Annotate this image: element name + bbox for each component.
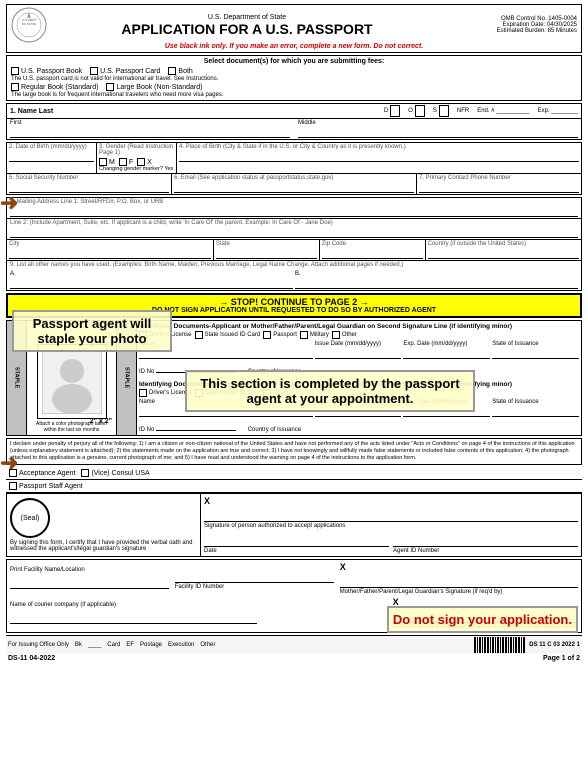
ef-label: EF (126, 642, 134, 648)
sig-by-signing: By signing this form, I certify that I h… (10, 540, 197, 552)
large-book-note: The large book is for frequent internati… (11, 92, 577, 98)
this-section-overlay: This section is completed by the passpor… (185, 370, 475, 412)
arrow-2: ➜ (0, 450, 18, 476)
sig-label: Signature of person authorized to accept… (204, 523, 578, 529)
fees-section: Select document(s) for which you are sub… (6, 55, 582, 101)
form-number: DS-11 04-2022 (8, 655, 55, 662)
other-label: Other (200, 642, 215, 648)
header-note: Use black ink only. If you make an error… (165, 43, 423, 50)
passport-staff-checkbox[interactable]: Passport Staff Agent (9, 482, 83, 490)
bottom-row: For Issuing Office Only Bk ____ Card EF … (6, 635, 582, 654)
acceptance-agent-checkbox[interactable]: Acceptance Agent (9, 469, 75, 477)
photo-box (37, 344, 107, 419)
state-id-check[interactable]: State Issued ID Card (195, 331, 261, 339)
signature-section: (Seal) By signing this form, I certify t… (6, 493, 582, 557)
agent-id-label: Agent ID Number (393, 548, 578, 554)
x-mark-guardian: X (340, 562, 346, 572)
header-department: U.S. Department of State (47, 14, 447, 21)
arrow-1: ➜ (0, 190, 18, 216)
id-no-row2: ID No Country of Issuance (139, 419, 579, 433)
other-names-label: 9. List all other names you have used. (… (10, 262, 578, 268)
form-bottom: DS-11 04-2022 Page 1 of 2 (6, 654, 582, 663)
gender-note: Changing gender marker? Yes (99, 166, 174, 172)
header-title: APPLICATION FOR A U.S. PASSPORT (47, 21, 447, 37)
ds-number: DS 11 C 03 2022 1 (529, 642, 580, 648)
date-label: Date (204, 548, 389, 554)
nfr-label: NFR (457, 108, 469, 114)
dob-label: 2. Date of Birth (mm/dd/yyyy) (9, 144, 94, 150)
name-b-label: B. (295, 271, 301, 277)
svg-text:OF STATE: OF STATE (22, 22, 36, 26)
do-not-sign-overlay: Do not sign your application. (387, 606, 578, 633)
passport-book-checkbox[interactable]: U.S. Passport Book (11, 67, 82, 75)
dob-gender-pob-section: 2. Date of Birth (mm/dd/yyyy) 3. Gender … (6, 142, 582, 195)
barcode (474, 637, 525, 653)
card-label: Card (107, 642, 120, 648)
stop-title: → STOP! CONTINUE TO PAGE 2 → (12, 297, 576, 307)
passport-staff-row: Passport Staff Agent (6, 480, 582, 493)
declaration: I declare under penalty of perjury all o… (6, 438, 582, 465)
gender-f-checkbox[interactable]: F (119, 158, 133, 166)
header-omb: OMB Control No. 1405-0004 Expiration Dat… (447, 16, 577, 34)
passport-check[interactable]: Passport (263, 331, 297, 339)
s-box: S (433, 105, 449, 117)
large-book-checkbox[interactable]: Large Book (Non-Standard) (106, 83, 202, 91)
execution-label: Execution (168, 642, 194, 648)
acceptance-row: Acceptance Agent (Vice) Consul USA (6, 467, 582, 480)
x-mark-sig: X (204, 496, 210, 506)
page-number: Page 1 of 2 (543, 655, 580, 662)
passport-agent-overlay: Passport agent will staple your photo (12, 310, 172, 352)
header: U.S. DEPT OF STATE U.S. Department of St… (6, 4, 582, 53)
name-section: 1. Name Last D O S NFR End. # __________ (6, 103, 582, 140)
id-checkboxes-row1: Driver's License State Issued ID Card Pa… (139, 331, 579, 339)
military-check[interactable]: Military (300, 331, 329, 339)
for-issuing-label: For Issuing Office Only (8, 642, 69, 648)
exp-label: Exp. ________ (538, 108, 578, 114)
name-label: 1. Name Last (10, 108, 53, 115)
d-box: D (384, 105, 400, 117)
name-a-label: A. (10, 271, 16, 277)
gender-label: 3. Gender (Read Instruction Page 1) (99, 144, 174, 156)
fees-note: The U.S. passport card is not valid for … (11, 76, 577, 82)
photo-size-bottom: 2" x 2" (90, 418, 112, 425)
id-section-title-1: Identifying Documents-Applicant or Mothe… (139, 323, 579, 330)
end-label: End. # __________ (477, 108, 529, 114)
gender-m-checkbox[interactable]: M (99, 158, 115, 166)
gender-x-checkbox[interactable]: X (137, 158, 152, 166)
consul-checkbox[interactable]: (Vice) Consul USA (81, 469, 149, 477)
drivers-license-check2[interactable]: Driver's License (139, 389, 192, 397)
address-section: 8. Mailing Address Line 1: Street/RFD#, … (6, 197, 582, 291)
regular-book-checkbox[interactable]: Regular Book (Standard) (11, 83, 98, 91)
passport-card-checkbox[interactable]: U.S. Passport Card (90, 67, 160, 75)
seal-icon: U.S. DEPT OF STATE (11, 7, 47, 43)
id-fields-row1: Name Issue Date (mm/dd/yyyy) Exp. Date (… (139, 341, 579, 359)
mother-father-label: Mother/Father/Parent/Legal Guardian's Si… (340, 589, 578, 595)
bk-label: Bk (75, 642, 82, 648)
o-box: O (408, 105, 425, 117)
facility-id-label: Facility ID Number (175, 584, 334, 590)
both-checkbox[interactable]: Both (168, 67, 192, 75)
fees-title: Select document(s) for which you are sub… (11, 58, 577, 65)
postage-label: Postage (140, 642, 162, 648)
seal: (Seal) (10, 498, 50, 538)
other-check[interactable]: Other (332, 331, 357, 339)
